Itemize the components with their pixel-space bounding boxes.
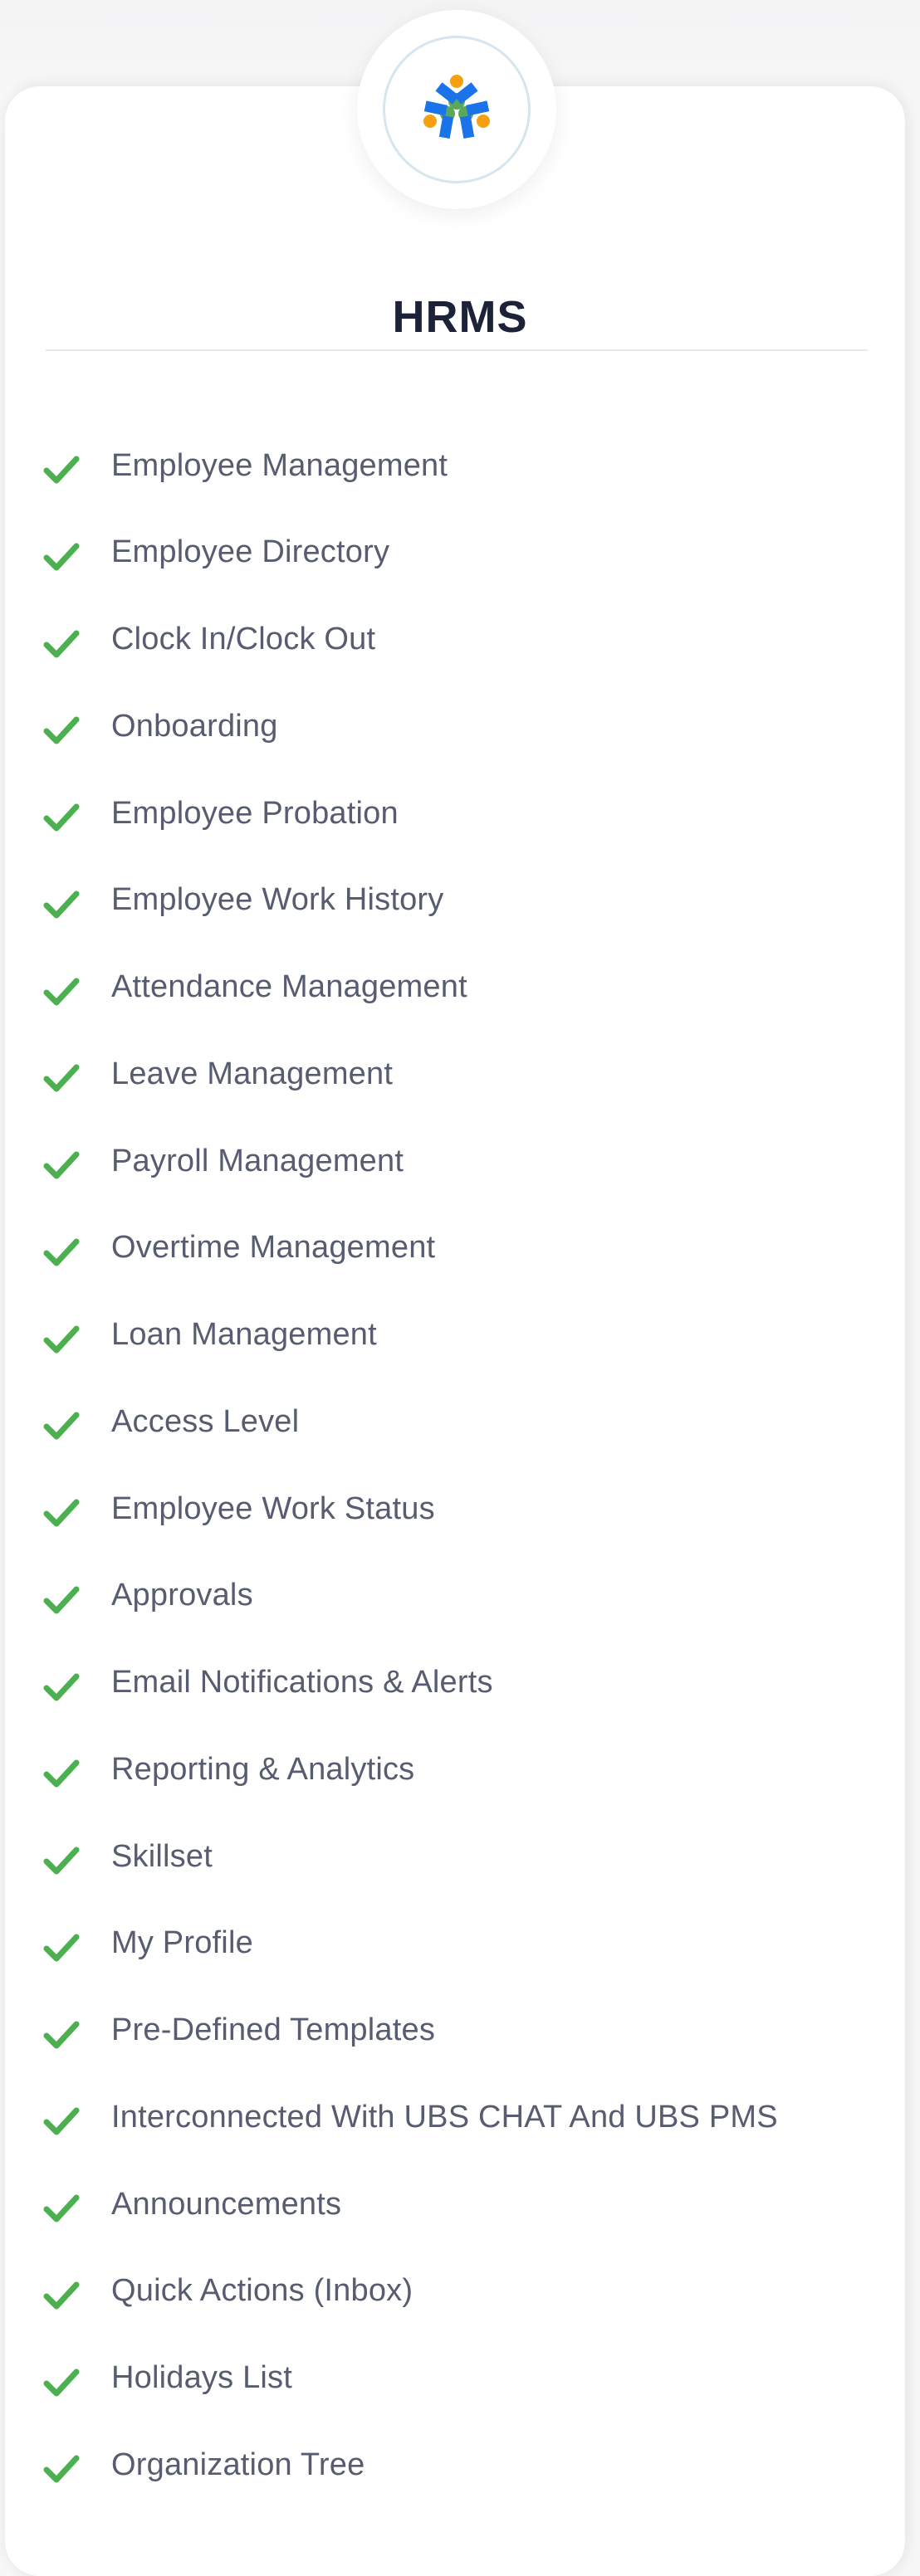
check-icon (43, 630, 80, 657)
feature-label: Email Notifications & Alerts (111, 1665, 493, 1700)
page-title: HRMS (392, 292, 528, 342)
feature-label: Employee Directory (111, 534, 390, 570)
feature-list-item: Payroll Management (43, 1136, 404, 1186)
feature-label: Employee Management (111, 447, 448, 483)
feature-label: Employee Work Status (111, 1490, 435, 1526)
feature-list-item: Reporting & Analytics (43, 1744, 414, 1794)
feature-list-item: Email Notifications & Alerts (43, 1658, 493, 1708)
check-icon (43, 1064, 80, 1092)
feature-list-item: Approvals (43, 1571, 253, 1621)
feature-label: Leave Management (111, 1056, 394, 1091)
feature-list-item: Announcements (43, 2179, 341, 2229)
feature-label: Holidays List (111, 2360, 293, 2395)
feature-list-item: Quick Actions (Inbox) (43, 2266, 413, 2316)
check-icon (43, 1759, 80, 1788)
feature-label: Organization Tree (111, 2447, 365, 2482)
feature-label: Quick Actions (Inbox) (111, 2273, 414, 2309)
feature-list-item: Leave Management (43, 1049, 393, 1099)
feature-list-item: Loan Management (43, 1310, 377, 1360)
check-icon (43, 456, 80, 484)
feature-list-item: Skillset (43, 1832, 213, 1881)
feature-label: Employee Probation (111, 795, 399, 831)
feature-list-item: Onboarding (43, 701, 278, 751)
feature-label: Pre-Defined Templates (111, 2013, 436, 2047)
feature-label: Loan Management (111, 1317, 377, 1352)
feature-list-item: Pre-Defined Templates (43, 2006, 435, 2056)
check-icon (43, 978, 80, 1005)
logo-badge (357, 10, 556, 209)
check-icon (43, 2369, 80, 2396)
people-circle-logo-icon (423, 75, 490, 139)
feature-list-item: Organization Tree (43, 2440, 365, 2490)
feature-label: Overtime Management (111, 1230, 436, 1266)
feature-label: Reporting & Analytics (111, 1751, 415, 1787)
check-icon (43, 1499, 80, 1527)
feature-label: Onboarding (111, 708, 278, 744)
feature-list-item: Employee Probation (43, 788, 399, 838)
feature-label: Access Level (111, 1403, 300, 1439)
feature-list-item: Overtime Management (43, 1223, 435, 1273)
feature-label: Clock In/Clock Out (111, 622, 376, 656)
feature-label: Employee Work History (111, 882, 444, 918)
check-icon (43, 2107, 80, 2135)
divider (46, 349, 868, 351)
feature-list-item: Access Level (43, 1397, 299, 1447)
feature-list-item: My Profile (43, 1919, 253, 1969)
feature-list-item: Employee Directory (43, 528, 389, 578)
feature-list-item: Employee Management (43, 441, 448, 490)
feature-list-item: Employee Work History (43, 876, 444, 925)
check-icon (43, 1586, 80, 1614)
logo-ring (383, 36, 531, 183)
check-icon (43, 803, 80, 832)
feature-list-item: Attendance Management (43, 963, 467, 1012)
feature-label: Skillset (111, 1838, 213, 1874)
feature-list-item: Holidays List (43, 2354, 292, 2403)
check-icon (43, 2194, 80, 2222)
feature-label: Approvals (111, 1578, 253, 1613)
feature-label: Payroll Management (111, 1143, 404, 1178)
feature-label: Announcements (111, 2186, 342, 2222)
check-icon (43, 1934, 80, 1962)
check-icon (43, 543, 80, 571)
check-icon (43, 2281, 80, 2310)
feature-label: Attendance Management (111, 969, 467, 1004)
check-icon (43, 2021, 80, 2048)
feature-list-item: Employee Work Status (43, 1484, 435, 1534)
check-icon (43, 2455, 80, 2483)
check-icon (43, 890, 80, 919)
feature-list-item: Interconnected With UBS CHAT And UBS PMS (43, 2092, 778, 2142)
check-icon (43, 1325, 80, 1353)
check-icon (43, 1847, 80, 1875)
check-icon (43, 1412, 80, 1440)
check-icon (43, 716, 80, 744)
check-icon (43, 1673, 80, 1700)
feature-label: Interconnected With UBS CHAT And UBS PMS (111, 2099, 778, 2134)
check-icon (43, 1151, 80, 1179)
feature-label: My Profile (111, 1925, 253, 1961)
feature-list-item: Clock In/Clock Out (43, 615, 375, 665)
check-icon (43, 1238, 80, 1266)
